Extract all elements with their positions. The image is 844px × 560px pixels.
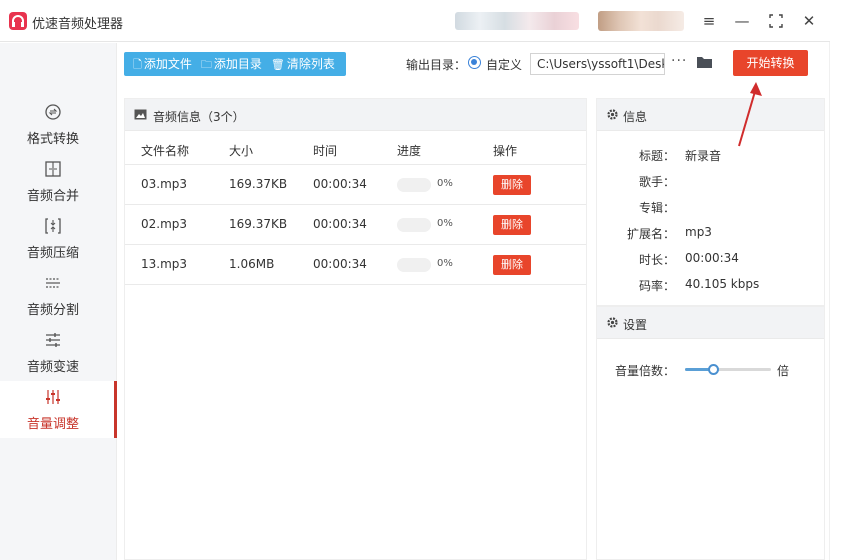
custom-radio[interactable] bbox=[468, 56, 481, 69]
menu-icon[interactable]: ≡ bbox=[699, 11, 719, 31]
info-key-bitrate: 码率： bbox=[638, 279, 675, 293]
delete-button[interactable]: 删除 bbox=[493, 215, 531, 235]
progress-percent: 0% bbox=[437, 218, 453, 229]
gear-icon bbox=[607, 317, 618, 328]
col-header-time: 时间 bbox=[313, 144, 338, 158]
file-name: 02.mp3 bbox=[141, 217, 188, 231]
file-name: 13.mp3 bbox=[141, 257, 188, 271]
audio-panel-header: 音频信息（3个） bbox=[125, 99, 586, 131]
app-logo-icon bbox=[9, 12, 27, 30]
info-value-bitrate: 40.105 kbps bbox=[685, 277, 760, 291]
folder-outline-icon: 🗀 bbox=[200, 58, 212, 71]
settings-panel-title: 设置 bbox=[623, 318, 648, 332]
file-size: 169.37KB bbox=[229, 217, 288, 231]
clear-list-button[interactable]: 🗑 清除列表 bbox=[262, 52, 335, 76]
file-size: 169.37KB bbox=[229, 177, 288, 191]
window-edge bbox=[829, 42, 844, 560]
sidebar-item-compress[interactable]: 音频压缩 bbox=[0, 210, 117, 267]
file-size: 1.06MB bbox=[229, 257, 275, 271]
sidebar-item-label: 音频合并 bbox=[26, 189, 79, 204]
volume-unit-label: 倍 bbox=[777, 364, 790, 378]
info-value-duration: 00:00:34 bbox=[685, 251, 739, 265]
info-key-artist: 歌手： bbox=[638, 175, 675, 189]
info-panel-title: 信息 bbox=[623, 110, 648, 124]
settings-panel: 设置 音量倍数： 倍 bbox=[596, 306, 825, 560]
split-icon bbox=[46, 278, 60, 288]
info-key-album: 专辑： bbox=[638, 201, 675, 215]
table-row: 02.mp3 169.37KB 00:00:34 0% 删除 bbox=[125, 205, 586, 245]
add-file-button[interactable]: 🗋 添加文件 bbox=[124, 52, 192, 76]
trash-icon: 🗑 bbox=[270, 58, 285, 71]
title-bar: 优速音频处理器 ≡ — ✕ bbox=[0, 0, 830, 42]
volume-slider-thumb[interactable] bbox=[708, 364, 720, 375]
sidebar-item-label: 格式转换 bbox=[26, 132, 79, 147]
table-row: 03.mp3 169.37KB 00:00:34 0% 删除 bbox=[125, 165, 586, 205]
sidebar-item-merge[interactable]: 音频合并 bbox=[0, 153, 117, 210]
file-time: 00:00:34 bbox=[313, 257, 367, 271]
info-key-extension: 扩展名： bbox=[626, 227, 675, 241]
custom-radio-label[interactable]: 自定义 bbox=[486, 56, 522, 73]
maximize-icon[interactable] bbox=[766, 11, 786, 31]
info-panel-header: 信息 bbox=[597, 99, 824, 131]
sidebar-item-label: 音频分割 bbox=[26, 303, 79, 318]
volume-adjust-icon bbox=[46, 390, 60, 404]
sidebar-item-volume-adjust[interactable]: 音量调整 bbox=[0, 381, 117, 438]
app-title: 优速音频处理器 bbox=[32, 17, 124, 32]
gear-icon bbox=[607, 109, 618, 120]
info-key-title: 标题： bbox=[638, 149, 675, 163]
sidebar-item-label: 音频变速 bbox=[26, 360, 79, 375]
sidebar-item-speed[interactable]: 音频变速 bbox=[0, 324, 117, 381]
file-toolbar: 🗋 添加文件 🗀 添加目录 🗑 清除列表 bbox=[124, 52, 346, 76]
progress-bar bbox=[397, 218, 431, 232]
speed-icon bbox=[46, 333, 60, 347]
volume-multiplier-label: 音量倍数： bbox=[614, 364, 675, 378]
file-name: 03.mp3 bbox=[141, 177, 188, 191]
output-dir-label: 输出目录： bbox=[406, 58, 467, 72]
progress-percent: 0% bbox=[437, 258, 453, 269]
format-convert-icon bbox=[45, 104, 61, 120]
settings-panel-header: 设置 bbox=[597, 307, 824, 339]
col-header-name: 文件名称 bbox=[141, 144, 190, 158]
merge-icon bbox=[45, 161, 61, 177]
sidebar-item-label: 音量调整 bbox=[26, 417, 79, 432]
add-folder-button[interactable]: 🗀 添加目录 bbox=[192, 52, 262, 76]
info-value-title: 新录音 bbox=[685, 149, 722, 163]
table-row: 13.mp3 1.06MB 00:00:34 0% 删除 bbox=[125, 245, 586, 285]
delete-button[interactable]: 删除 bbox=[493, 175, 531, 195]
sidebar-item-format-convert[interactable]: 格式转换 bbox=[0, 96, 117, 153]
blurred-account-info bbox=[455, 12, 579, 30]
sidebar-item-label: 音频压缩 bbox=[26, 246, 79, 261]
sidebar-item-split[interactable]: 音频分割 bbox=[0, 267, 117, 324]
clear-list-label: 清除列表 bbox=[286, 57, 335, 71]
volume-slider[interactable] bbox=[685, 364, 771, 375]
minimize-icon[interactable]: — bbox=[732, 11, 752, 31]
image-icon bbox=[134, 109, 147, 120]
compress-icon bbox=[45, 218, 61, 234]
folder-icon[interactable] bbox=[696, 55, 713, 69]
file-time: 00:00:34 bbox=[313, 177, 367, 191]
col-header-action: 操作 bbox=[493, 144, 518, 158]
audio-panel-title: 音频信息（3个） bbox=[153, 110, 245, 124]
sidebar-nav: 格式转换 音频合并 音频压缩 音频分割 音频变速 音量调整 bbox=[0, 43, 117, 560]
start-convert-button[interactable]: 开始转换 bbox=[733, 50, 808, 76]
delete-button[interactable]: 删除 bbox=[493, 255, 531, 275]
add-folder-label: 添加目录 bbox=[213, 57, 262, 71]
info-value-extension: mp3 bbox=[685, 225, 712, 239]
progress-percent: 0% bbox=[437, 178, 453, 189]
info-key-duration: 时长： bbox=[638, 253, 675, 267]
add-file-label: 添加文件 bbox=[143, 57, 192, 71]
col-header-size: 大小 bbox=[229, 144, 254, 158]
audio-list-panel: 音频信息（3个） 文件名称 大小 时间 进度 操作 03.mp3 169.37K… bbox=[124, 98, 587, 560]
close-icon[interactable]: ✕ bbox=[799, 11, 819, 31]
output-path-input[interactable]: C:\Users\yssoft1\Deskt bbox=[530, 53, 665, 75]
file-time: 00:00:34 bbox=[313, 217, 367, 231]
info-panel: 信息 标题： 新录音 歌手： 专辑： 扩展名： mp3 时长： 00:00:34… bbox=[596, 98, 825, 306]
more-options-icon[interactable]: ··· bbox=[671, 53, 687, 69]
progress-bar bbox=[397, 258, 431, 272]
col-header-progress: 进度 bbox=[397, 144, 422, 158]
progress-bar bbox=[397, 178, 431, 192]
file-icon: 🗋 bbox=[133, 58, 142, 71]
blurred-avatar bbox=[598, 11, 684, 31]
